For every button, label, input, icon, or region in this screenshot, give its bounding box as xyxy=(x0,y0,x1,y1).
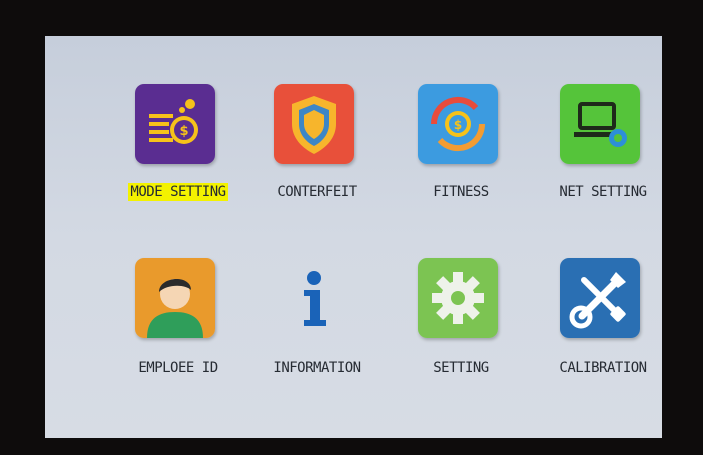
shield-icon xyxy=(274,84,354,164)
menu-item-setting[interactable]: SETTING xyxy=(386,258,526,408)
wrench-screwdriver-icon xyxy=(560,258,640,338)
menu-item-net-setting[interactable]: NET SETTING xyxy=(528,84,662,234)
menu-item-label: NET SETTING xyxy=(559,184,647,200)
menu-item-information[interactable]: INFORMATION xyxy=(242,258,382,408)
menu-item-emploee-id[interactable]: EMPLOEE ID xyxy=(103,258,243,408)
svg-text:$: $ xyxy=(179,124,188,139)
lcd-screen: $ MODE SETTING CONTERFEIT $ FITNESS NET … xyxy=(45,36,662,438)
menu-item-label: CALIBRATION xyxy=(559,360,647,376)
menu-item-label: FITNESS xyxy=(433,184,489,200)
menu-item-fitness[interactable]: $ FITNESS xyxy=(386,84,526,234)
menu-item-conterfeit[interactable]: CONTERFEIT xyxy=(242,84,382,234)
menu-item-mode-setting[interactable]: $ MODE SETTING xyxy=(103,84,243,234)
menu-item-label: EMPLOEE ID xyxy=(138,360,218,376)
menu-item-label: CONTERFEIT xyxy=(277,184,357,200)
info-icon xyxy=(274,258,354,338)
menu-item-calibration[interactable]: CALIBRATION xyxy=(528,258,662,408)
menu-item-label: INFORMATION xyxy=(273,360,361,376)
device-bezel: $ MODE SETTING CONTERFEIT $ FITNESS NET … xyxy=(0,0,703,455)
menu-item-label: SETTING xyxy=(433,360,489,376)
mode-setting-icon: $ xyxy=(135,84,215,164)
menu-item-label: MODE SETTING xyxy=(128,183,228,201)
person-icon xyxy=(135,258,215,338)
laptop-icon xyxy=(560,84,640,164)
svg-text:$: $ xyxy=(454,118,462,132)
coin-refresh-icon: $ xyxy=(418,84,498,164)
gear-icon xyxy=(418,258,498,338)
